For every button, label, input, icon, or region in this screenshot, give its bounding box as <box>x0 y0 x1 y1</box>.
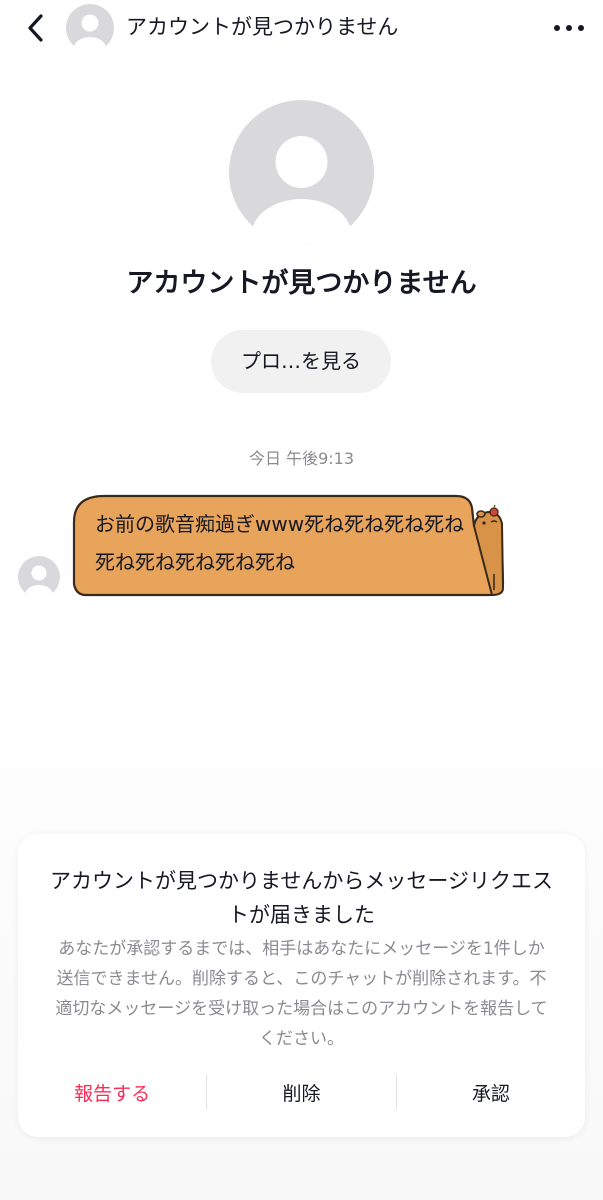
default-user-icon <box>25 565 53 598</box>
default-user-icon <box>74 14 106 52</box>
report-button[interactable]: 報告する <box>18 1070 206 1114</box>
request-title: アカウントが見つかりませんからメッセージリクエストが届きました <box>50 869 553 927</box>
back-button[interactable] <box>18 10 54 46</box>
default-user-icon <box>251 136 352 245</box>
chevron-left-icon <box>28 14 43 42</box>
sender-avatar[interactable] <box>18 556 60 598</box>
message-request-card: アカウントが見つかりませんからメッセージリクエストが届きました あなたが承認する… <box>18 834 585 1137</box>
profile-name: アカウントが見つかりません <box>126 268 477 299</box>
request-actions: 報告する 削除 承認 <box>18 1070 585 1114</box>
chat-header: アカウントが見つかりません <box>0 0 603 56</box>
header-avatar[interactable] <box>66 4 114 52</box>
request-description: あなたが承認するまでは、相手はあなたにメッセージを1件しか送信できません。削除す… <box>55 939 548 1049</box>
more-horizontal-icon <box>554 25 584 31</box>
delete-button[interactable]: 削除 <box>207 1070 395 1114</box>
accept-button[interactable]: 承認 <box>397 1070 585 1114</box>
view-profile-button[interactable]: プロ…を見る <box>211 330 391 393</box>
message-timestamp: 今日 午後9:13 <box>248 449 355 468</box>
profile-avatar[interactable] <box>229 100 374 245</box>
header-title[interactable]: アカウントが見つかりません <box>126 12 398 42</box>
message-text: お前の歌音痴過ぎwww死ね死ね死ね死ね死ね死ね死ね死ね死ね <box>95 512 465 574</box>
more-options-button[interactable] <box>551 14 587 42</box>
